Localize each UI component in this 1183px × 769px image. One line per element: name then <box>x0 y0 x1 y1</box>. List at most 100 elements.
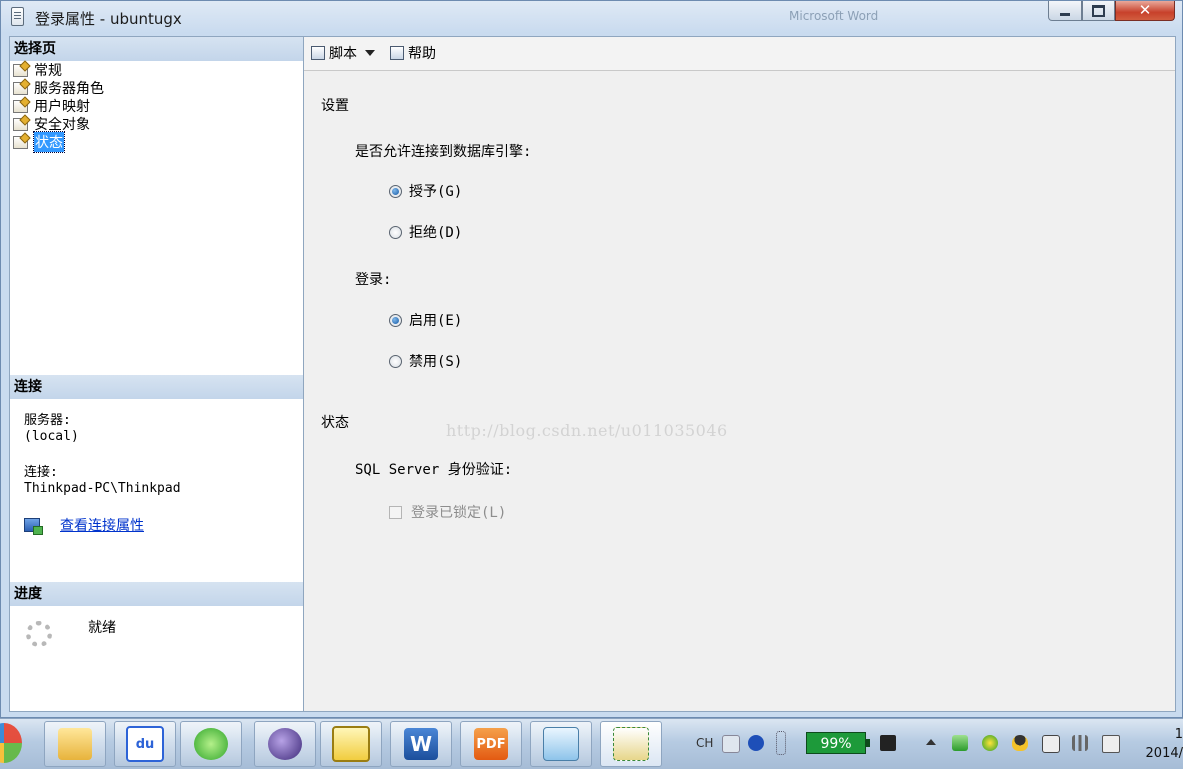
close-icon: ✕ <box>1138 1 1152 19</box>
minimize-button[interactable] <box>1048 1 1082 21</box>
taskbar-app-ssms[interactable] <box>600 721 662 767</box>
script-button[interactable]: 脚本 <box>311 43 375 63</box>
keyboard-icon[interactable] <box>722 735 740 753</box>
server-label: 服务器: <box>24 413 71 428</box>
sql-management-studio-icon <box>613 727 649 761</box>
close-button[interactable]: ✕ <box>1115 1 1175 21</box>
taskbar-app-snipping[interactable] <box>320 721 382 767</box>
toolbar: 脚本 帮助 <box>304 37 1175 71</box>
page-icon <box>13 99 28 113</box>
login-properties-window: 登录属性 - ubuntugx Microsoft Word ✕ 选择页 常规 … <box>0 0 1183 718</box>
sql-auth-label: SQL Server 身份验证: <box>355 462 513 478</box>
help-button[interactable]: 帮助 <box>390 43 436 63</box>
page-item-status[interactable]: 状态 <box>13 131 104 153</box>
page-item-label: 服务器角色 <box>34 81 104 97</box>
tray-options-icon[interactable] <box>776 731 786 755</box>
deny-radio-option[interactable]: 拒绝(D) <box>389 222 462 242</box>
connection-label: 连接: <box>24 465 58 480</box>
view-connection-properties[interactable]: 查看连接属性 <box>24 515 144 535</box>
add-plus-icon[interactable] <box>982 735 998 751</box>
title-bar[interactable]: 登录属性 - ubuntugx Microsoft Word ✕ <box>1 1 1182 33</box>
permission-question: 是否允许连接到数据库引擎: <box>355 144 532 160</box>
power-plug-icon[interactable] <box>880 735 896 751</box>
taskbar-app-baidu[interactable]: du <box>114 721 176 767</box>
help-tray-icon[interactable] <box>748 735 764 751</box>
page-item-label: 安全对象 <box>34 117 90 133</box>
disable-radio[interactable] <box>389 354 402 368</box>
page-icon <box>13 117 28 131</box>
enable-radio[interactable] <box>389 313 402 327</box>
network-signal-icon[interactable] <box>1072 735 1088 751</box>
disable-radio-option[interactable]: 禁用(S) <box>389 351 462 371</box>
taskbar: du W PDF CH 99% 1 2014/ <box>0 718 1183 769</box>
qq-penguin-icon[interactable] <box>1012 735 1028 751</box>
clock-date: 2014/ <box>1145 746 1183 761</box>
watermark-text: http://blog.csdn.net/u011035046 <box>446 421 728 440</box>
ie-browser-icon <box>194 728 228 760</box>
progress-status: 就绪 <box>88 620 116 636</box>
taskbar-app-notepad[interactable] <box>530 721 592 767</box>
progress-spinner-icon <box>26 621 52 647</box>
snipping-tool-icon <box>332 726 370 762</box>
page-icon <box>13 63 28 77</box>
usb-device-icon[interactable] <box>1042 735 1060 753</box>
connection-properties-icon <box>24 518 43 535</box>
taskbar-app-eclipse[interactable] <box>254 721 316 767</box>
enable-radio-option[interactable]: 启用(E) <box>389 310 462 330</box>
maximize-icon <box>1092 4 1105 17</box>
help-label: 帮助 <box>408 46 436 62</box>
minimize-icon <box>1060 13 1070 16</box>
taskbar-app-ie[interactable] <box>180 721 242 767</box>
disable-label: 禁用(S) <box>409 354 463 370</box>
connection-header: 连接 <box>10 375 303 399</box>
login-locked-checkbox <box>389 505 402 519</box>
page-item-securables[interactable]: 安全对象 <box>13 115 104 133</box>
help-icon <box>390 46 404 60</box>
clock-time: 1 <box>1174 727 1183 742</box>
page-icon <box>13 81 28 95</box>
deny-radio[interactable] <box>389 225 402 239</box>
view-connection-properties-link[interactable]: 查看连接属性 <box>60 515 144 535</box>
login-locked-label: 登录已锁定(L) <box>411 505 507 521</box>
chevron-down-icon[interactable] <box>365 50 375 56</box>
page-item-general[interactable]: 常规 <box>13 61 104 79</box>
security-shield-icon[interactable] <box>952 735 968 751</box>
window-title: 登录属性 - ubuntugx <box>35 10 182 28</box>
server-info: 服务器: (local) <box>24 413 79 445</box>
language-indicator[interactable]: CH <box>696 736 713 750</box>
enable-label: 启用(E) <box>409 313 463 329</box>
page-item-user-mapping[interactable]: 用户映射 <box>13 97 104 115</box>
grant-radio-option[interactable]: 授予(G) <box>389 181 462 201</box>
file-explorer-icon <box>58 728 92 760</box>
left-pane: 选择页 常规 服务器角色 用户映射 安全对象 状态 连接 服务器: (local… <box>9 36 304 712</box>
page-item-server-roles[interactable]: 服务器角色 <box>13 79 104 97</box>
page-list: 常规 服务器角色 用户映射 安全对象 状态 <box>13 61 104 153</box>
select-page-header: 选择页 <box>10 37 303 61</box>
settings-heading: 设置 <box>321 98 349 114</box>
login-locked-option: 登录已锁定(L) <box>389 502 506 522</box>
script-icon <box>311 46 325 60</box>
battery-indicator[interactable]: 99% <box>806 732 870 754</box>
show-hidden-icons-chevron-up-icon[interactable] <box>926 739 936 745</box>
word-icon: W <box>404 728 438 760</box>
taskbar-app-explorer[interactable] <box>44 721 106 767</box>
taskbar-app-word[interactable]: W <box>390 721 452 767</box>
grant-radio[interactable] <box>389 184 402 198</box>
start-button-icon[interactable] <box>0 723 22 763</box>
system-clock[interactable]: 1 2014/ <box>1140 725 1183 763</box>
page-item-label: 状态 <box>33 131 65 153</box>
page-item-label: 常规 <box>34 63 62 79</box>
window-document-icon <box>11 7 24 26</box>
background-window-hint: Microsoft Word <box>789 9 879 23</box>
taskbar-app-pdf[interactable]: PDF <box>460 721 522 767</box>
connection-value: Thinkpad-PC\Thinkpad <box>24 481 181 496</box>
script-label: 脚本 <box>329 46 357 62</box>
maximize-button[interactable] <box>1082 1 1115 21</box>
notepad-icon <box>543 727 579 761</box>
deny-label: 拒绝(D) <box>409 225 463 241</box>
volume-speaker-icon[interactable] <box>1102 735 1120 753</box>
grant-label: 授予(G) <box>409 184 463 200</box>
pdf-icon: PDF <box>474 728 508 760</box>
login-heading: 登录: <box>355 272 392 288</box>
page-item-label: 用户映射 <box>34 99 90 115</box>
